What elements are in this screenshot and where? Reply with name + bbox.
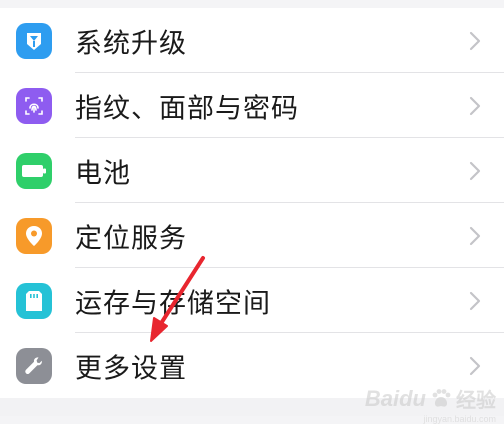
system-update-icon	[16, 22, 52, 59]
top-strip	[0, 0, 504, 8]
settings-item-fingerprint[interactable]: 指纹、面部与密码	[0, 73, 504, 138]
settings-item-storage[interactable]: 运存与存储空间	[0, 268, 504, 333]
settings-item-label: 指纹、面部与密码	[75, 93, 299, 124]
settings-item-label: 系统升级	[75, 28, 187, 59]
settings-item-system-update[interactable]: 系统升级	[0, 8, 504, 73]
settings-item-label: 定位服务	[75, 223, 187, 254]
storage-icon	[16, 282, 52, 319]
settings-item-label: 运存与存储空间	[75, 288, 271, 319]
chevron-right-icon	[469, 356, 481, 375]
chevron-right-icon	[469, 96, 481, 115]
chevron-right-icon	[469, 31, 481, 50]
settings-list: 系统升级 指纹、面部与密码 电池 定位服务 运存与存储空间 更多设置	[0, 8, 504, 398]
chevron-right-icon	[469, 226, 481, 245]
watermark-sub: 经验	[456, 388, 496, 412]
fingerprint-icon	[16, 87, 52, 124]
watermark-brand: Baidu	[364, 386, 426, 411]
location-icon	[16, 217, 52, 254]
paw-icon	[432, 389, 451, 407]
chevron-right-icon	[469, 161, 481, 180]
watermark: Baidu 经验 jingyan.baidu.com	[364, 386, 496, 424]
wrench-icon	[16, 347, 52, 384]
settings-item-label: 电池	[75, 158, 131, 189]
settings-item-location[interactable]: 定位服务	[0, 203, 504, 268]
battery-icon	[16, 152, 52, 189]
settings-item-label: 更多设置	[75, 353, 187, 384]
chevron-right-icon	[469, 291, 481, 310]
settings-item-battery[interactable]: 电池	[0, 138, 504, 203]
